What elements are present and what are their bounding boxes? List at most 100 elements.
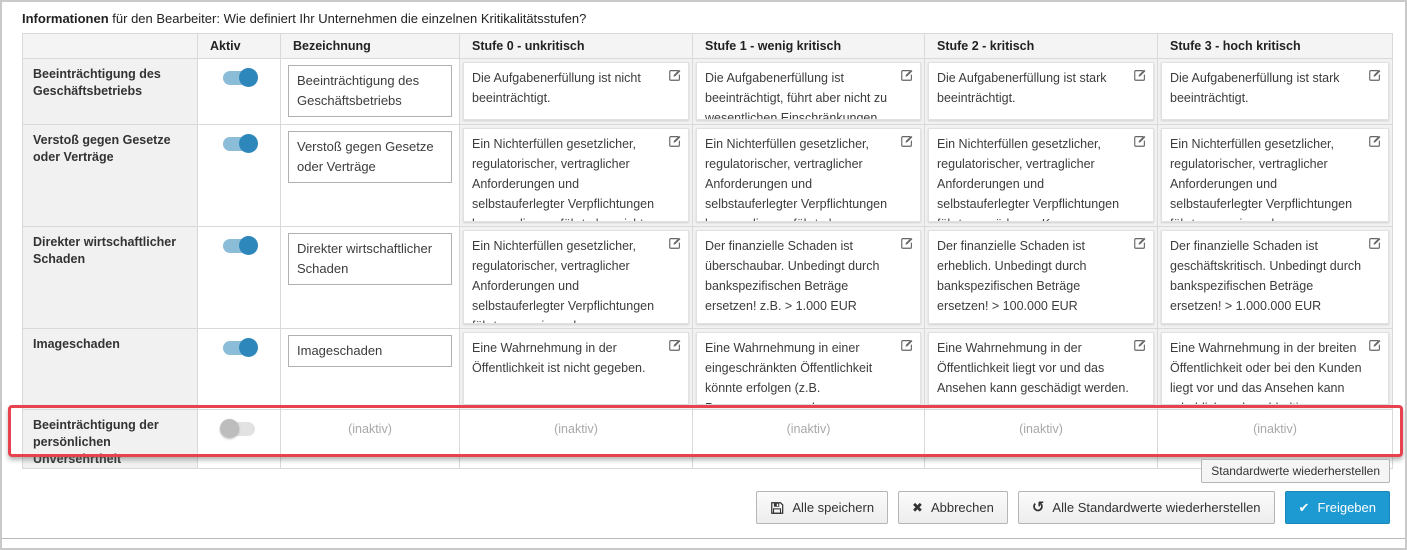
stufe2-description: Die Aufgabenerfüllung ist stark beeinträ… [928,62,1154,120]
inactive-placeholder: (inaktiv) [925,410,1158,469]
stufe0-description: Die Aufgabenerfüllung ist nicht beeinträ… [463,62,689,120]
edit-icon[interactable] [1368,338,1382,352]
header-aktiv: Aktiv [198,34,281,59]
cancel-button[interactable]: ✖ Abbrechen [898,491,1008,524]
toggle-knob [239,134,258,153]
floppy-disk-icon [770,501,784,515]
table-row: Verstoß gegen Gesetze oder Verträge Vers… [23,125,1393,227]
active-toggle[interactable] [223,71,255,85]
row-label: Beeinträchtigung des Geschäftsbetriebs [23,59,198,125]
bezeichnung-input[interactable]: Verstoß gegen Gesetze oder Verträge [288,131,452,183]
criticality-settings-panel: Informationen für den Bearbeiter: Wie de… [0,0,1407,550]
edit-icon[interactable] [900,68,914,82]
stufe3-description: Die Aufgabenerfüllung ist stark beeinträ… [1161,62,1389,120]
description-text: Eine Wahrnehmung in der Öffentlichkeit l… [937,341,1129,395]
stufe1-description: Die Aufgabenerfüllung ist beeinträchtigt… [696,62,921,120]
description-text: Ein Nichterfüllen gesetzlicher, regulato… [1170,137,1352,222]
stufe2-description: Eine Wahrnehmung in der Öffentlichkeit l… [928,332,1154,405]
toggle-knob [239,236,258,255]
description-text: Die Aufgabenerfüllung ist stark beeinträ… [937,71,1107,105]
check-icon: ✔ [1299,501,1310,514]
description-text: Der finanzielle Schaden ist erheblich. U… [937,239,1086,313]
row-label: Beeinträchtigung der persönlichen Unvers… [23,410,198,469]
cancel-label: Abbrechen [931,500,994,515]
info-label-bold: Informationen [22,11,109,26]
stufe3-description: Der finanzielle Schaden ist geschäftskri… [1161,230,1389,324]
stufe3-description: Ein Nichterfüllen gesetzlicher, regulato… [1161,128,1389,222]
header-bezeichnung: Bezeichnung [281,34,460,59]
edit-icon[interactable] [668,338,682,352]
row-label: Direkter wirtschaftlicher Schaden [23,227,198,329]
stufe0-description: Ein Nichterfüllen gesetzlicher, regulato… [463,230,689,324]
header-empty [23,34,198,59]
row-label: Imageschaden [23,329,198,410]
criticality-table: Aktiv Bezeichnung Stufe 0 - unkritisch S… [22,33,1393,469]
restore-all-defaults-label: Alle Standardwerte wiederherstellen [1052,500,1260,515]
restore-defaults-button[interactable]: Standardwerte wiederherstellen [1201,459,1390,483]
edit-icon[interactable] [1133,338,1147,352]
release-label: Freigeben [1317,500,1376,515]
header-stufe3: Stufe 3 - hoch kritisch [1158,34,1393,59]
description-text: Eine Wahrnehmung in der Öffentlichkeit i… [472,341,646,375]
table-header-row: Aktiv Bezeichnung Stufe 0 - unkritisch S… [23,34,1393,59]
stufe3-description: Eine Wahrnehmung in der breiten Öffentli… [1161,332,1389,405]
release-button[interactable]: ✔ Freigeben [1285,491,1390,524]
stufe1-description: Der finanzielle Schaden ist überschaubar… [696,230,921,324]
header-stufe2: Stufe 2 - kritisch [925,34,1158,59]
edit-icon[interactable] [900,338,914,352]
bezeichnung-input[interactable]: Beeinträchtigung des Geschäftsbetriebs [288,65,452,117]
undo-arrow-icon: ↺ [1032,501,1045,514]
bezeichnung-input[interactable]: Imageschaden [288,335,452,367]
header-stufe1: Stufe 1 - wenig kritisch [693,34,925,59]
edit-icon[interactable] [1368,68,1382,82]
description-text: Die Aufgabenerfüllung ist beeinträchtigt… [705,71,887,120]
edit-icon[interactable] [668,236,682,250]
edit-icon[interactable] [900,236,914,250]
description-text: Ein Nichterfüllen gesetzlicher, regulato… [937,137,1129,222]
stufe1-description: Ein Nichterfüllen gesetzlicher, regulato… [696,128,921,222]
edit-icon[interactable] [900,134,914,148]
info-label-rest: für den Bearbeiter: Wie definiert Ihr Un… [109,11,587,26]
bezeichnung-input[interactable]: Direkter wirtschaftlicher Schaden [288,233,452,285]
stufe1-description: Eine Wahrnehmung in einer eingeschränkte… [696,332,921,405]
footer-divider [2,538,1405,539]
save-all-button[interactable]: Alle speichern [756,491,888,524]
inactive-placeholder: (inaktiv) [693,410,925,469]
edit-icon[interactable] [1133,68,1147,82]
toggle-knob [239,68,258,87]
toggle-knob [220,419,239,438]
table-row-inactive: Beeinträchtigung der persönlichen Unvers… [23,410,1393,469]
table-row: Direkter wirtschaftlicher Schaden Direkt… [23,227,1393,329]
description-text: Der finanzielle Schaden ist überschaubar… [705,239,879,313]
editor-info-text: Informationen für den Bearbeiter: Wie de… [22,11,586,26]
stufe2-description: Der finanzielle Schaden ist erheblich. U… [928,230,1154,324]
toggle-knob [239,338,258,357]
active-toggle[interactable] [223,341,255,355]
save-all-label: Alle speichern [792,500,874,515]
restore-all-defaults-button[interactable]: ↺ Alle Standardwerte wiederherstellen [1018,491,1275,524]
edit-icon[interactable] [668,134,682,148]
active-toggle[interactable] [223,422,255,436]
active-toggle[interactable] [223,239,255,253]
description-text: Ein Nichterfüllen gesetzlicher, regulato… [472,137,660,222]
description-text: Eine Wahrnehmung in der breiten Öffentli… [1170,341,1362,405]
edit-icon[interactable] [668,68,682,82]
table-row: Beeinträchtigung des Geschäftsbetriebs B… [23,59,1393,125]
description-text: Die Aufgabenerfüllung ist stark beeinträ… [1170,71,1340,105]
edit-icon[interactable] [1133,134,1147,148]
description-text: Ein Nichterfüllen gesetzlicher, regulato… [705,137,887,222]
edit-icon[interactable] [1368,236,1382,250]
table-row: Imageschaden Imageschaden Eine Wahrnehmu… [23,329,1393,410]
stufe0-description: Ein Nichterfüllen gesetzlicher, regulato… [463,128,689,222]
inactive-placeholder: (inaktiv) [460,410,693,469]
edit-icon[interactable] [1133,236,1147,250]
action-button-bar: Alle speichern ✖ Abbrechen ↺ Alle Standa… [756,491,1390,524]
inactive-placeholder: (inaktiv) [281,410,460,469]
description-text: Die Aufgabenerfüllung ist nicht beeinträ… [472,71,641,105]
stufe0-description: Eine Wahrnehmung in der Öffentlichkeit i… [463,332,689,405]
x-icon: ✖ [912,501,923,514]
header-stufe0: Stufe 0 - unkritisch [460,34,693,59]
edit-icon[interactable] [1368,134,1382,148]
description-text: Eine Wahrnehmung in einer eingeschränkte… [705,341,875,405]
active-toggle[interactable] [223,137,255,151]
